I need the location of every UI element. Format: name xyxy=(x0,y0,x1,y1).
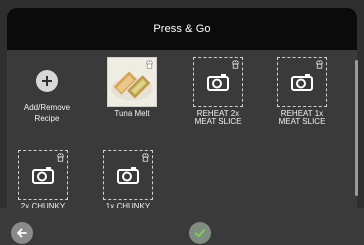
recipe-thumbnail xyxy=(18,150,68,200)
arrow-left-icon xyxy=(17,228,27,238)
camera-icon xyxy=(117,167,139,184)
recipe-thumbnail xyxy=(103,150,153,200)
recipe-label: REHEAT 1x MEAT SLICE xyxy=(278,109,326,126)
add-remove-recipe-button[interactable]: Add/Remove Recipe xyxy=(12,62,82,124)
chef-hat-icon xyxy=(57,153,64,162)
checkmark-icon xyxy=(195,229,205,238)
chef-hat-icon xyxy=(142,153,149,162)
chef-hat-icon xyxy=(316,60,323,69)
recipe-tile-1x-chunky[interactable]: 1x CHUNKY xyxy=(100,150,156,211)
recipe-tile-2x-chunky[interactable]: 2x CHUNKY xyxy=(15,150,71,211)
header-bar: Press & Go xyxy=(7,8,357,50)
camera-icon xyxy=(32,167,54,184)
recipe-thumbnail xyxy=(193,57,243,107)
chef-hat-icon xyxy=(232,60,239,69)
scrollbar[interactable] xyxy=(355,60,358,196)
back-button[interactable] xyxy=(11,222,33,244)
add-remove-label: Add/Remove Recipe xyxy=(23,103,71,123)
recipe-tile-reheat-2x-meat-slice[interactable]: REHEAT 2x MEAT SLICE xyxy=(190,57,246,126)
footer-bar xyxy=(0,208,364,245)
chef-hat-icon xyxy=(146,60,153,69)
confirm-button[interactable] xyxy=(189,222,211,244)
camera-icon xyxy=(207,74,229,91)
recipe-thumbnail xyxy=(277,57,327,107)
recipe-label: REHEAT 2x MEAT SLICE xyxy=(194,109,242,126)
page-title: Press & Go xyxy=(153,23,211,35)
recipe-tile-tuna-melt[interactable]: Tuna Melt xyxy=(104,57,160,118)
recipe-tile-reheat-1x-meat-slice[interactable]: REHEAT 1x MEAT SLICE xyxy=(274,57,330,126)
plus-icon xyxy=(36,70,58,92)
recipe-label: Tuna Melt xyxy=(114,109,150,118)
recipe-photo xyxy=(107,57,157,107)
camera-icon xyxy=(291,74,313,91)
